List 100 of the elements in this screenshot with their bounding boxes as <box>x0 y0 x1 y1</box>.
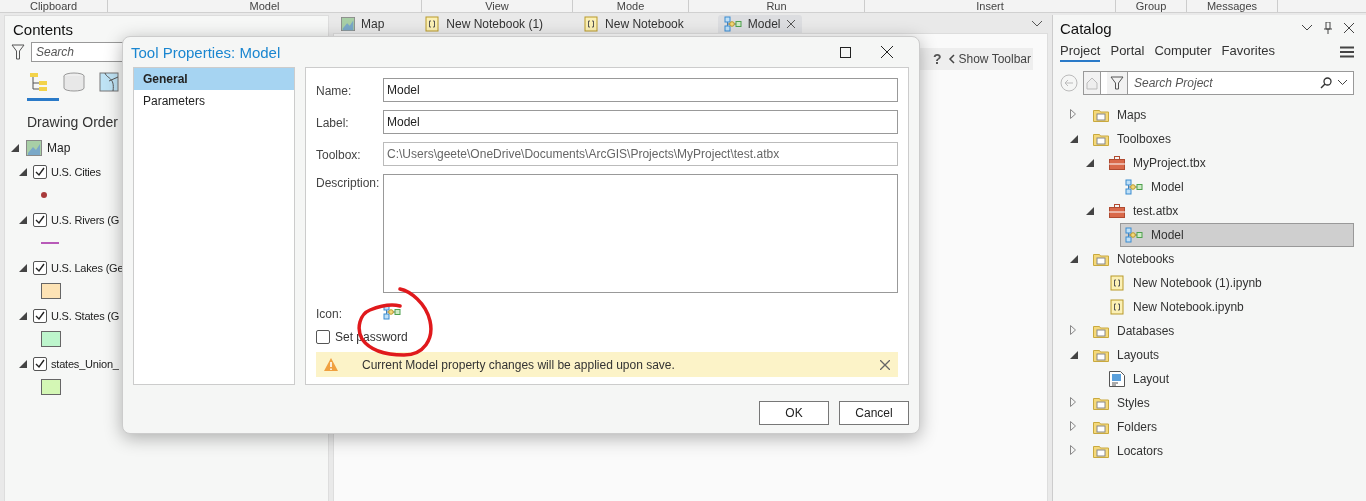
warning-icon <box>324 358 338 371</box>
tree-item[interactable]: New Notebook.ipynb <box>1104 295 1249 319</box>
filter-icon[interactable] <box>11 44 25 60</box>
tree-item[interactable]: Folders <box>1088 415 1162 439</box>
pane-title: Contents <box>13 20 74 38</box>
ribbon-group-label: Mode <box>616 0 645 12</box>
collapse-arrow-icon[interactable] <box>19 360 29 368</box>
field-label: Label: <box>316 115 350 130</box>
collapse-arrow-icon[interactable] <box>19 312 29 320</box>
menu-icon[interactable] <box>1340 46 1354 58</box>
layer-name[interactable]: U.S. Cities <box>51 166 101 178</box>
folder-icon <box>1093 324 1109 338</box>
checkbox[interactable] <box>33 213 47 227</box>
tree-item[interactable]: Model <box>1120 175 1189 199</box>
layer-name[interactable]: U.S. Lakes (Ge <box>51 262 124 274</box>
chevron-down-icon[interactable] <box>1032 21 1042 27</box>
collapse-arrow-icon[interactable] <box>19 216 29 224</box>
expand-arrow-icon[interactable] <box>1070 396 1076 410</box>
toolbox-icon <box>1109 156 1125 170</box>
tree-item[interactable]: test.atbx <box>1104 199 1184 223</box>
search-field[interactable]: Search Project <box>1083 71 1354 95</box>
folder-icon <box>1093 444 1109 458</box>
folder-icon <box>1093 396 1109 410</box>
layer-name[interactable]: U.S. Rivers (G <box>51 214 120 226</box>
warning-message: Current Model property changes will be applied upon save. <box>362 357 675 372</box>
tree-item[interactable]: Layout <box>1104 367 1175 391</box>
folder-icon <box>1093 108 1109 122</box>
expand-arrow-icon[interactable] <box>1070 420 1076 434</box>
view-tab[interactable]: New Notebook (1) <box>418 15 550 33</box>
catalog-tab[interactable]: Project <box>1060 42 1101 62</box>
expand-arrow-icon[interactable] <box>1070 444 1076 458</box>
tree-item[interactable]: Databases <box>1088 319 1180 343</box>
folder-icon <box>1093 420 1109 434</box>
view-tab[interactable]: Model <box>717 15 803 33</box>
checkbox[interactable] <box>33 165 47 179</box>
nav-item[interactable]: General <box>134 68 294 90</box>
chevron-down-icon[interactable] <box>1302 25 1312 31</box>
notebook-icon <box>583 16 600 32</box>
tree-item[interactable]: MyProject.tbx <box>1104 151 1211 175</box>
checkbox[interactable] <box>33 309 47 323</box>
expand-arrow-icon[interactable] <box>1070 324 1076 338</box>
tree-item[interactable]: Styles <box>1088 391 1155 415</box>
layout-icon <box>1109 371 1125 387</box>
checkbox[interactable] <box>316 330 330 344</box>
chevron-left-icon <box>947 54 955 64</box>
tree-item[interactable]: Locators <box>1088 439 1169 463</box>
tree-item[interactable]: Toolboxes <box>1088 127 1177 151</box>
search-icon[interactable] <box>1320 77 1332 89</box>
pin-icon[interactable] <box>1324 22 1332 34</box>
layer-name[interactable]: U.S. States (G <box>51 310 120 322</box>
text-field[interactable]: Model <box>383 78 898 102</box>
layer-name[interactable]: Map <box>47 141 71 155</box>
tree-item[interactable]: New Notebook (1).ipynb <box>1104 271 1267 295</box>
notebook-icon <box>1109 299 1125 315</box>
dialog-button[interactable]: OK <box>759 401 829 425</box>
field-label: Description: <box>316 175 381 190</box>
tree-item[interactable]: Maps <box>1088 103 1152 127</box>
home-icon[interactable] <box>1084 72 1101 94</box>
field-label: Name: <box>316 83 353 98</box>
model-icon <box>723 16 742 32</box>
folder-icon <box>1093 132 1109 146</box>
catalog-tab[interactable]: Computer <box>1154 42 1212 62</box>
catalog-tab[interactable]: Favorites <box>1221 42 1275 62</box>
notebook-icon <box>424 16 441 32</box>
layer-name[interactable]: states_Union_ <box>51 358 119 370</box>
view-tab[interactable]: New Notebook <box>577 15 690 33</box>
show-toolbar-button[interactable]: Show Toolbar <box>947 52 1031 66</box>
expand-arrow-icon[interactable] <box>1070 108 1076 122</box>
ribbon-group-label: View <box>485 0 509 12</box>
map-icon <box>26 140 42 156</box>
ribbon-group-label: Messages <box>1206 0 1258 12</box>
close-icon[interactable] <box>1344 23 1354 33</box>
checkbox[interactable] <box>33 357 47 371</box>
view-tab[interactable]: Map <box>335 15 391 33</box>
tree-item[interactable]: Model <box>1120 223 1354 247</box>
ribbon-group-label: Model <box>249 0 280 12</box>
dialog-button[interactable]: Cancel <box>839 401 909 425</box>
collapse-arrow-icon[interactable] <box>19 264 29 272</box>
filter-icon[interactable] <box>1107 72 1128 94</box>
folder-icon <box>1093 252 1109 266</box>
close-icon[interactable] <box>881 46 893 58</box>
help-button[interactable]: ? <box>932 51 942 67</box>
description-field[interactable] <box>383 174 898 293</box>
catalog-tab[interactable]: Portal <box>1110 42 1145 62</box>
nav-item[interactable]: Parameters <box>134 90 294 112</box>
tree-item[interactable]: Layouts <box>1088 343 1165 367</box>
collapse-arrow-icon[interactable] <box>11 144 21 152</box>
checkbox[interactable] <box>33 261 47 275</box>
tree-item[interactable]: Notebooks <box>1088 247 1180 271</box>
field-label: Icon: <box>316 306 343 321</box>
maximize-icon[interactable] <box>840 46 851 58</box>
text-field[interactable]: Model <box>383 110 898 134</box>
toolbox-icon <box>1109 204 1125 218</box>
pane-title: Catalog <box>1060 19 1112 37</box>
map-icon[interactable] <box>99 72 119 92</box>
collapse-arrow-icon[interactable] <box>19 168 29 176</box>
chevron-down-icon[interactable] <box>1338 80 1347 86</box>
model-icon <box>1125 227 1143 243</box>
field-label: Toolbox: <box>316 147 362 162</box>
notebook-icon <box>1109 275 1125 291</box>
